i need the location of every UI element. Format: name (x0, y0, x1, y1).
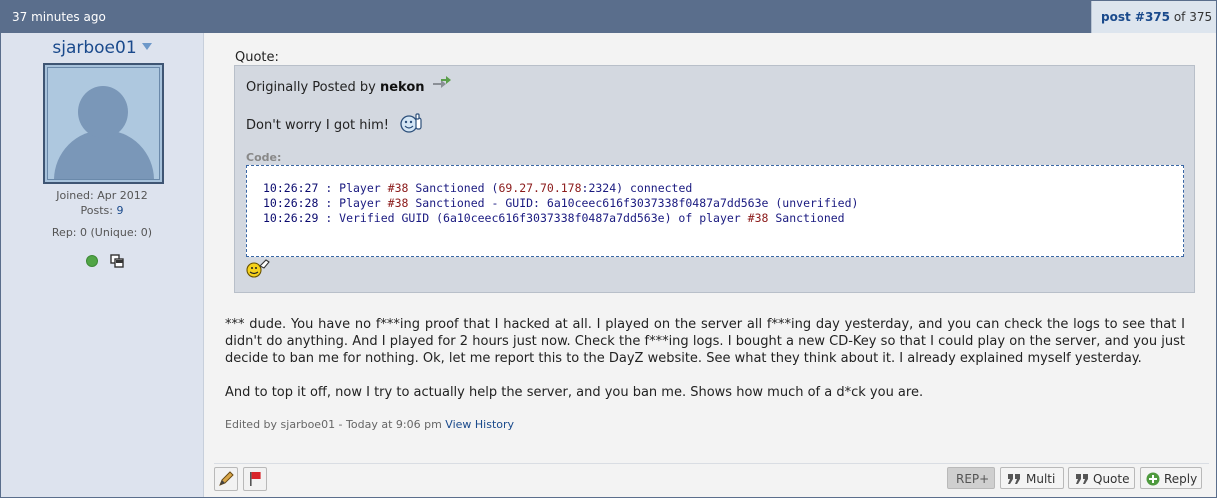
post-paragraph: *** dude. You have no f***ing proof that… (225, 317, 1185, 366)
quote-button[interactable]: Quote (1068, 467, 1135, 489)
code-player-number: #38 (387, 196, 409, 210)
code-lines: 10:26:27 : Player #38 Sanctioned (69.27.… (263, 181, 858, 226)
online-status-icon (86, 255, 98, 267)
rep-button[interactable]: REP+ (947, 467, 995, 489)
multiquote-label: Multi (1026, 472, 1056, 486)
joined-date: Joined: Apr 2012 (56, 189, 148, 202)
edited-note: Edited by sjarboe01 - Today at 9:06 pm V… (225, 418, 514, 431)
forum-post: 37 minutes ago post #375 of 375 sjarboe0… (0, 0, 1217, 498)
code-block: 10:26:27 : Player #38 Sanctioned (69.27.… (246, 165, 1184, 257)
quote-marks-icon (1008, 474, 1020, 484)
view-post-arrow-icon[interactable] (432, 76, 452, 90)
plus-circle-icon (1146, 472, 1160, 486)
username-text[interactable]: sjarboe01 (52, 38, 136, 58)
quote-text: Don't worry I got him! (246, 118, 390, 133)
code-text: Sanctioned ( (408, 181, 499, 195)
post-count-label: Posts: (80, 204, 117, 217)
reply-button-label: Reply (1164, 472, 1198, 486)
edited-text: Edited by sjarboe01 - Today at 9:06 pm (225, 418, 446, 431)
post-count-value[interactable]: 9 (116, 204, 123, 217)
user-menu-caret-icon[interactable] (141, 43, 152, 50)
view-history-link[interactable]: View History (445, 418, 514, 431)
footer-divider (214, 463, 1209, 464)
code-text: : Player (318, 196, 388, 210)
post-count: Posts: 9 (1, 204, 203, 217)
edit-button[interactable] (214, 467, 238, 491)
code-text: Sanctioned (768, 211, 845, 225)
avatar-head-shape (78, 86, 128, 138)
code-text: : Verified GUID (6a10ceec616f3037338f048… (318, 211, 748, 225)
user-info-column: sjarboe01 Joined: Apr 2012 Posts: 9 Rep:… (1, 33, 204, 497)
message-area: Quote: Originally Posted by nekon Don't … (204, 33, 1216, 497)
report-button[interactable] (243, 467, 267, 491)
waving-smiley-icon (246, 259, 270, 278)
multiquote-windows-icon[interactable] (110, 254, 124, 268)
post-permalink[interactable]: post #375 (1101, 10, 1170, 24)
thumbs-up-smiley-icon (400, 113, 422, 133)
code-line: 10:26:28 : Player #38 Sanctioned - GUID:… (263, 196, 858, 211)
reply-button[interactable]: Reply (1140, 467, 1202, 489)
post-total: of 375 (1170, 10, 1213, 24)
post-time: 37 minutes ago (12, 10, 106, 24)
post-paragraph: And to top it off, now I try to actually… (225, 385, 924, 400)
quote-marks-icon (1076, 474, 1088, 484)
code-time: 10:26:27 (263, 181, 319, 195)
quote-label: Quote: (235, 50, 279, 65)
code-time: 10:26:29 (263, 211, 319, 225)
post-body: *** dude. You have no f***ing proof that… (225, 316, 1185, 401)
code-text: Sanctioned - GUID: 6a10ceec616f3037338f0… (408, 196, 859, 210)
rep-button-label: REP+ (956, 472, 990, 486)
quote-button-label: Quote (1093, 472, 1130, 486)
avatar-image (47, 67, 160, 180)
pencil-icon (219, 471, 234, 486)
code-text: : Player (318, 181, 388, 195)
reputation: Rep: 0 (Unique: 0) (51, 226, 153, 239)
post-number: post #375 of 375 (1101, 10, 1212, 24)
code-time: 10:26:28 (263, 196, 319, 210)
code-line: 10:26:27 : Player #38 Sanctioned (69.27.… (263, 181, 858, 196)
quote-attribution: Originally Posted by nekon (246, 80, 425, 95)
flag-icon (250, 472, 261, 486)
quote-author: nekon (379, 80, 425, 95)
multiquote-button[interactable]: Multi (1000, 467, 1064, 489)
quote-box: Originally Posted by nekon Don't worry I… (234, 65, 1195, 293)
code-label: Code: (246, 151, 282, 164)
code-player-number: #38 (747, 211, 769, 225)
username[interactable]: sjarboe01 (1, 38, 203, 58)
post-number-box: post #375 of 375 (1091, 1, 1216, 33)
quote-attribution-prefix: Originally Posted by (246, 80, 380, 95)
avatar[interactable] (43, 63, 164, 184)
post-header: 37 minutes ago post #375 of 375 (1, 1, 1216, 33)
code-line: 10:26:29 : Verified GUID (6a10ceec616f30… (263, 211, 858, 226)
code-player-number: #38 (387, 181, 409, 195)
code-ip: 69.27.70.178 (498, 181, 582, 195)
code-text: :2324) connected (581, 181, 693, 195)
